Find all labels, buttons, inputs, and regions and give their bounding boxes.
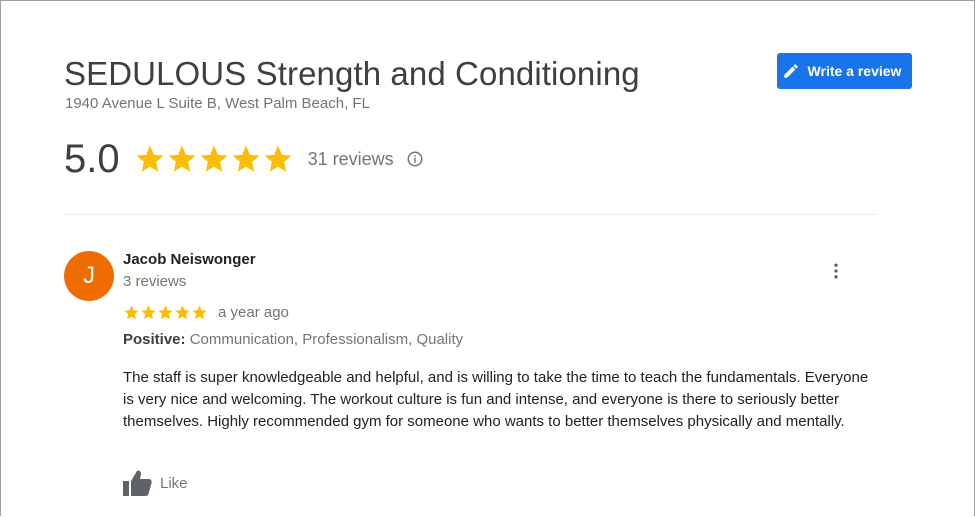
like-label: Like xyxy=(160,474,188,492)
rating-summary: 5.0 31 reviews xyxy=(64,134,424,184)
star-icon xyxy=(168,145,195,172)
positive-values: Communication, Professionalism, Quality xyxy=(189,331,464,348)
review-stars xyxy=(123,304,208,321)
star-icon xyxy=(232,145,259,172)
star-icon xyxy=(124,304,139,319)
reviewer-review-count: 3 reviews xyxy=(123,273,187,290)
avatar[interactable]: J xyxy=(64,251,114,301)
review-text: The staff is super knowledgeable and hel… xyxy=(123,369,869,430)
star-icon xyxy=(200,145,227,172)
rating-value: 5.0 xyxy=(64,136,120,181)
more-vertical-icon[interactable] xyxy=(826,261,846,281)
reviewer-name[interactable]: Jacob Neiswonger xyxy=(123,251,256,268)
star-icon xyxy=(136,145,163,172)
positive-label: Positive: xyxy=(123,331,186,348)
divider xyxy=(64,214,877,215)
star-icon xyxy=(192,304,207,319)
star-icon xyxy=(141,304,156,319)
star-icon xyxy=(175,304,190,319)
rating-stars xyxy=(134,143,294,175)
info-icon[interactable] xyxy=(406,150,424,168)
like-button[interactable]: Like xyxy=(122,469,188,497)
write-review-button[interactable]: Write a review xyxy=(777,53,912,89)
thumbs-up-icon xyxy=(122,469,152,497)
place-title: SEDULOUS Strength and Conditioning xyxy=(64,55,640,92)
positive-attributes: Positive: Communication, Professionalism… xyxy=(123,331,463,348)
review-meta: a year ago xyxy=(123,301,289,323)
place-address: 1940 Avenue L Suite B, West Palm Beach, … xyxy=(65,95,370,112)
pencil-icon xyxy=(782,62,800,80)
star-icon xyxy=(158,304,173,319)
star-icon xyxy=(264,145,291,172)
review-time: a year ago xyxy=(218,303,289,321)
review-count-link[interactable]: 31 reviews xyxy=(308,149,394,170)
write-review-label: Write a review xyxy=(807,63,902,79)
